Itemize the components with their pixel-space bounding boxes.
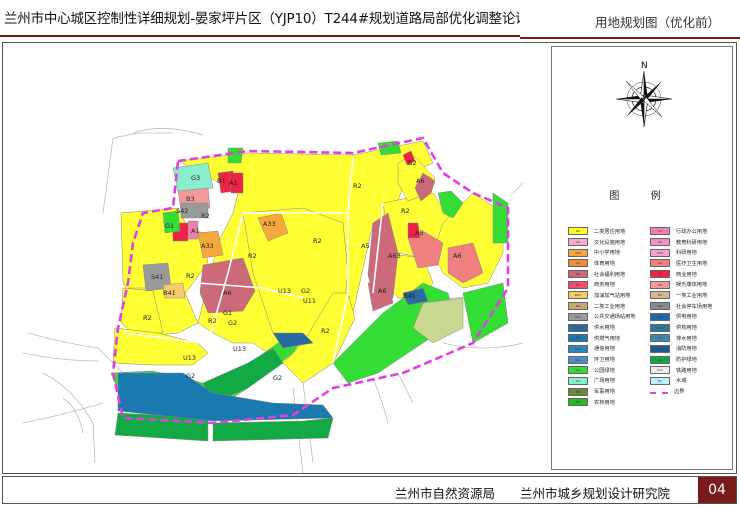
legend-item: U14 供热用地 <box>650 322 732 333</box>
svg-text:U13: U13 <box>233 345 246 353</box>
legend-title: 图 例 <box>609 191 675 202</box>
legend-item: M2 二类工业用地 <box>568 301 650 312</box>
footer-organizations: 兰州市自然资源局 兰州市城乡规划设计研究院 <box>394 486 670 501</box>
svg-text:U13: U13 <box>278 287 291 295</box>
legend-column-left: R2 二类居住用地 A2 文化设施用地 A33 中小学用地 A4 体育用地 A6 社会福利… <box>568 226 650 408</box>
svg-text:A6: A6 <box>378 287 387 295</box>
legend-item: U12 供电用地 <box>650 312 732 323</box>
legend-item: G2 防护绿地 <box>650 354 732 365</box>
svg-text:R2: R2 <box>208 317 217 325</box>
header: 兰州市中心城区控制性详细规划-晏家坪片区（YJP10）T244#规划道路局部优化… <box>0 0 740 39</box>
svg-text:A5: A5 <box>415 229 424 237</box>
legend-item: B1 商务用地 <box>568 279 650 290</box>
legend-item: U22 环卫用地 <box>568 354 650 365</box>
svg-text:G2: G2 <box>301 287 310 295</box>
legend-item: E2 农林用地 <box>568 397 650 408</box>
report-title: 兰州市中心城区控制性详细规划-晏家坪片区（YJP10）T244#规划道路局部优化… <box>4 11 556 27</box>
legend-item: A1 行政办公用地 <box>650 226 732 237</box>
svg-text:R2: R2 <box>401 207 410 215</box>
svg-text:R2: R2 <box>353 182 362 190</box>
svg-text:U11: U11 <box>303 297 316 305</box>
boundary-swatch <box>650 391 668 394</box>
land-use-map: G3 B3 B1 A1 S42 R2 A33 R2 G1 A1 A33 S41 … <box>3 43 549 473</box>
svg-text:B41: B41 <box>163 289 176 297</box>
footer: 兰州市自然资源局 兰州市城乡规划设计研究院 04 <box>2 476 737 504</box>
svg-text:R2: R2 <box>321 327 330 335</box>
legend-item: U21 排水用地 <box>650 333 732 344</box>
legend-item: A2 文化设施用地 <box>568 237 650 248</box>
svg-text:G2: G2 <box>228 319 237 327</box>
svg-text:G3: G3 <box>191 174 200 182</box>
legend-item: R2 二类居住用地 <box>568 226 650 237</box>
legend-item: A3 教育科研用地 <box>650 237 732 248</box>
svg-text:U13: U13 <box>183 354 196 362</box>
legend-item: U11 供水用地 <box>568 322 650 333</box>
svg-text:B3: B3 <box>186 195 195 203</box>
svg-text:B1: B1 <box>217 177 226 185</box>
svg-text:G2: G2 <box>273 374 282 382</box>
legend-item: U15 通信用地 <box>568 344 650 355</box>
svg-text:R2: R2 <box>143 314 152 322</box>
svg-text:S41: S41 <box>151 273 163 281</box>
svg-text:S42: S42 <box>176 207 188 215</box>
svg-text:B2: B2 <box>408 159 417 167</box>
svg-text:A63: A63 <box>388 252 401 260</box>
svg-text:A1: A1 <box>191 227 200 235</box>
legend-item: G3 广场用地 <box>568 376 650 387</box>
svg-text:A6: A6 <box>416 177 425 185</box>
legend-item: S42 社会停车场用地 <box>650 301 732 312</box>
svg-text:B41: B41 <box>403 292 416 300</box>
header-rule <box>0 35 520 37</box>
page-number: 04 <box>698 477 736 503</box>
legend-item: 边界 <box>650 386 732 397</box>
svg-text:G1: G1 <box>165 222 174 230</box>
legend-item: B3 娱乐康体用地 <box>650 279 732 290</box>
legend-item: E1 水域 <box>650 376 732 387</box>
svg-text:A33: A33 <box>201 242 214 250</box>
legend-item: B 商业用地 <box>650 269 732 280</box>
svg-text:A1: A1 <box>229 179 238 187</box>
legend-column-right: A1 行政办公用地 A3 教育科研用地 A35 科研用地 A5 医疗卫生用地 B 商业用地… <box>650 226 732 397</box>
legend-item: A35 科研用地 <box>650 247 732 258</box>
legend-item: S41 公共交通场站用地 <box>568 312 650 323</box>
legend-item: A4 体育用地 <box>568 258 650 269</box>
svg-text:A33: A33 <box>263 220 276 228</box>
legend-item: A6 社会福利用地 <box>568 269 650 280</box>
svg-text:A5: A5 <box>361 242 370 250</box>
legend-item: H21 铁路用地 <box>650 365 732 376</box>
legend-panel: N 图 例 R2 二类居住用地 A2 文化设施用地 A33 中小学用地 A4 体育用地 … <box>551 46 733 470</box>
north-label: N <box>641 61 648 71</box>
legend-item: U13 供燃气用地 <box>568 333 650 344</box>
svg-text:R2: R2 <box>201 212 210 220</box>
legend-item: G1 公园绿地 <box>568 365 650 376</box>
svg-text:A6: A6 <box>453 252 462 260</box>
north-arrow-icon: N <box>615 61 673 127</box>
legend-item: A5 医疗卫生用地 <box>650 258 732 269</box>
svg-text:G2: G2 <box>186 372 195 380</box>
legend-item: H4 军事用地 <box>568 386 650 397</box>
svg-text:A6: A6 <box>223 289 232 297</box>
header-tab: 用地规划图（优化前） <box>520 0 740 39</box>
svg-text:R2: R2 <box>313 237 322 245</box>
map-subtitle: 用地规划图（优化前） <box>594 15 720 30</box>
svg-text:R2: R2 <box>248 252 257 260</box>
svg-text:G1: G1 <box>223 309 232 317</box>
svg-text:R2: R2 <box>186 272 195 280</box>
legend-item: M1 一类工业用地 <box>650 290 732 301</box>
legend-item: U31 消防用地 <box>650 344 732 355</box>
legend-item: B41 加油加气站用地 <box>568 290 650 301</box>
legend-item: A33 中小学用地 <box>568 247 650 258</box>
